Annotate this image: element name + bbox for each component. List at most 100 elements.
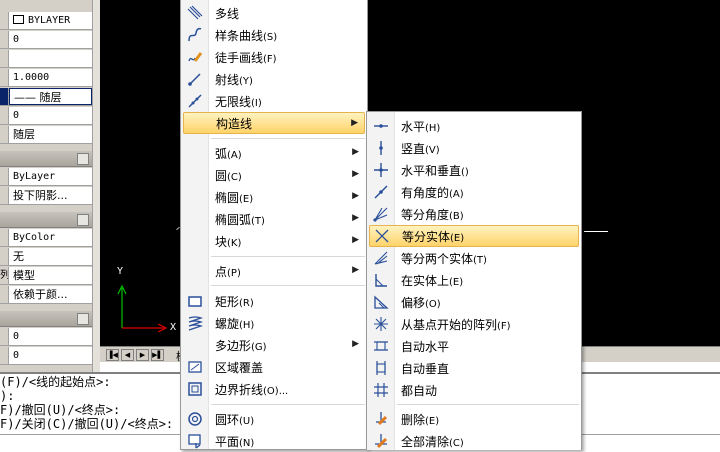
- tab-first-icon[interactable]: ▐◀: [106, 349, 119, 361]
- ucs-y-label: Y: [117, 266, 124, 277]
- linetype-value[interactable]: —— 随层: [9, 88, 92, 105]
- property-row-selected[interactable]: —— 随层: [0, 88, 92, 106]
- property-value[interactable]: 0: [9, 347, 92, 364]
- property-value[interactable]: ByLayer: [9, 168, 92, 185]
- menu-item-array-from-base[interactable]: 从基点开始的阵列(F): [369, 313, 579, 335]
- menu-item-construction-line[interactable]: 构造线 ▶: [183, 112, 365, 134]
- menu-item-ray[interactable]: 射线(Y): [183, 68, 365, 90]
- auto-horizontal-icon: [369, 335, 393, 357]
- property-row[interactable]: 0: [0, 31, 92, 49]
- property-key: 列: [0, 267, 9, 284]
- property-value[interactable]: [9, 50, 92, 67]
- property-group-header[interactable]: [0, 212, 92, 228]
- property-value[interactable]: 0: [9, 31, 92, 48]
- menu-item-multiline[interactable]: 多线: [183, 2, 365, 24]
- construction-line-submenu: 水平(H) 竖直(V) 水平和垂直() 有角度的(A) 等分角度(B) 等分实体…: [366, 111, 582, 450]
- menu-item-auto-all[interactable]: 都自动: [369, 379, 579, 401]
- freehand-icon: [183, 46, 207, 68]
- property-value[interactable]: BYLAYER: [9, 12, 92, 29]
- property-value[interactable]: 随层: [9, 126, 92, 143]
- menu-item-angled[interactable]: 有角度的(A): [369, 181, 579, 203]
- property-row[interactable]: 列模型: [0, 267, 92, 285]
- menu-item-offset[interactable]: 偏移(O): [369, 291, 579, 313]
- property-value[interactable]: 0: [9, 328, 92, 345]
- menu-item-polygon[interactable]: 多边形(G) ▶: [183, 334, 365, 356]
- property-row[interactable]: BYLAYER: [0, 12, 92, 30]
- menu-item-horizontal-vertical[interactable]: 水平和垂直(): [369, 159, 579, 181]
- submenu-arrow-icon: ▶: [352, 235, 359, 245]
- property-value[interactable]: 依赖于颜...: [9, 286, 92, 303]
- submenu-arrow-icon: ▶: [352, 213, 359, 223]
- property-value[interactable]: 无: [9, 248, 92, 265]
- cursor-crosshair: [584, 231, 608, 232]
- submenu-arrow-icon: ▶: [352, 169, 359, 179]
- menu-item-freehand[interactable]: 徒手画线(F): [183, 46, 365, 68]
- menu-item-delete[interactable]: 删除(E): [369, 408, 579, 430]
- menu-separator: [211, 285, 365, 286]
- tab-last-icon[interactable]: ▶▌: [151, 349, 164, 361]
- property-row[interactable]: 无: [0, 248, 92, 266]
- menu-item-spline[interactable]: 样条曲线(S): [183, 24, 365, 46]
- tab-prev-icon[interactable]: ◀: [121, 349, 134, 361]
- tab-next-icon[interactable]: ▶: [136, 349, 149, 361]
- property-value[interactable]: 0: [9, 107, 92, 124]
- collapse-icon[interactable]: [77, 214, 89, 226]
- submenu-arrow-icon: ▶: [351, 118, 358, 128]
- menu-item-rectangle[interactable]: 矩形(R): [183, 290, 365, 312]
- menu-item-arc[interactable]: 弧(A) ▶: [183, 142, 365, 164]
- property-row[interactable]: 随层: [0, 126, 92, 144]
- submenu-arrow-icon: ▶: [352, 339, 359, 349]
- delete-icon: [369, 408, 393, 430]
- spline-icon: [183, 24, 207, 46]
- menu-item-bisect-angle[interactable]: 等分角度(B): [369, 203, 579, 225]
- menu-item-auto-horizontal[interactable]: 自动水平: [369, 335, 579, 357]
- menu-item-xline[interactable]: 无限线(I): [183, 90, 365, 112]
- command-history-line: F)/关闭(C)/撤回(U)/<终点>:: [0, 417, 174, 431]
- menu-item-point[interactable]: 点(P) ▶: [183, 260, 365, 282]
- menu-item-auto-vertical[interactable]: 自动垂直: [369, 357, 579, 379]
- wipeout-icon: [183, 356, 207, 378]
- property-row[interactable]: 投下阴影...: [0, 187, 92, 205]
- menu-item-wipeout[interactable]: 区域覆盖: [183, 356, 365, 378]
- menu-item-clear-all[interactable]: 全部清除(C): [369, 430, 579, 452]
- property-value[interactable]: 模型: [9, 267, 92, 284]
- property-row[interactable]: 1.0000: [0, 69, 92, 87]
- plane-icon: [183, 430, 207, 452]
- properties-panel: BYLAYER 0 1.0000 —— 随层 0 随层 ByLayer 投下阴影…: [0, 0, 92, 372]
- property-row[interactable]: [0, 50, 92, 68]
- property-row[interactable]: 0: [0, 347, 92, 365]
- property-value[interactable]: 投下阴影...: [9, 187, 92, 204]
- multiline-icon: [183, 2, 207, 24]
- hv-xline-icon: [369, 159, 393, 181]
- property-row[interactable]: 0: [0, 328, 92, 346]
- property-group-header[interactable]: [0, 311, 92, 327]
- properties-scrollbar[interactable]: [92, 0, 100, 372]
- menu-item-donut[interactable]: 圆环(U): [183, 408, 365, 430]
- property-row[interactable]: 依赖于颜...: [0, 286, 92, 304]
- property-row[interactable]: ByLayer: [0, 168, 92, 186]
- donut-icon: [183, 408, 207, 430]
- menu-item-horizontal[interactable]: 水平(H): [369, 115, 579, 137]
- property-group-header[interactable]: [0, 151, 92, 167]
- menu-item-boundary-polyline[interactable]: 边界折线(O)...: [183, 378, 365, 400]
- menu-item-block[interactable]: 块(K) ▶: [183, 230, 365, 252]
- collapse-icon[interactable]: [77, 313, 89, 325]
- menu-item-on-entity[interactable]: 在实体上(E): [369, 269, 579, 291]
- menu-item-plane[interactable]: 平面(N): [183, 430, 365, 452]
- clear-all-icon: [369, 430, 393, 452]
- menu-item-vertical[interactable]: 竖直(V): [369, 137, 579, 159]
- property-value[interactable]: ByColor: [9, 229, 92, 246]
- collapse-icon[interactable]: [77, 153, 89, 165]
- property-row[interactable]: ByColor: [0, 229, 92, 247]
- auto-vertical-icon: [369, 357, 393, 379]
- property-value[interactable]: 1.0000: [9, 69, 92, 86]
- on-entity-icon: [369, 269, 393, 291]
- menu-item-ellipse[interactable]: 椭圆(E) ▶: [183, 186, 365, 208]
- property-row[interactable]: 0: [0, 107, 92, 125]
- menu-item-bisect-entity[interactable]: 等分实体(E): [369, 225, 579, 247]
- menu-item-bisect-two-entities[interactable]: 等分两个实体(T): [369, 247, 579, 269]
- menu-item-elliptical-arc[interactable]: 椭圆弧(T) ▶: [183, 208, 365, 230]
- menu-item-circle[interactable]: 圆(C) ▶: [183, 164, 365, 186]
- menu-item-helix[interactable]: 螺旋(H): [183, 312, 365, 334]
- ray-icon: [183, 68, 207, 90]
